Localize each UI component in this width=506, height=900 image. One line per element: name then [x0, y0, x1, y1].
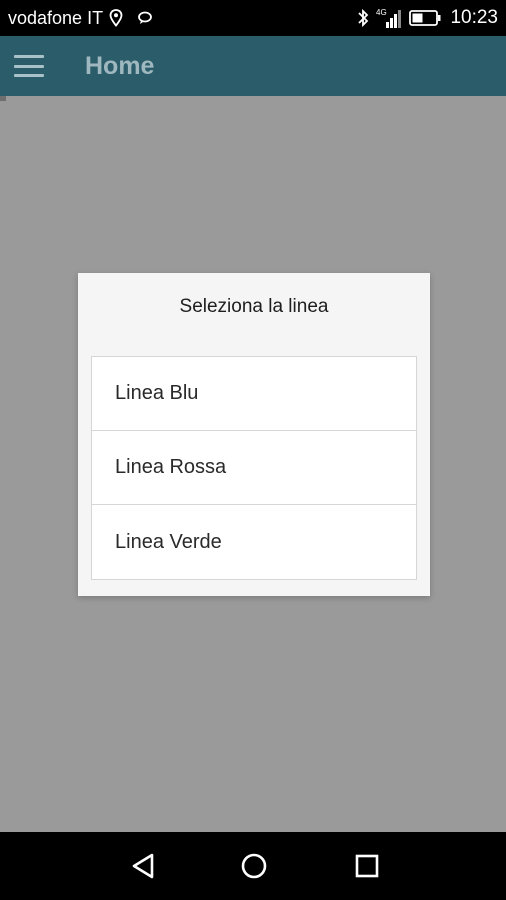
status-bar: vodafone IT 4G 10:23	[0, 0, 506, 36]
carrier-name: vodafone IT	[8, 7, 104, 28]
navigation-bar	[0, 832, 506, 900]
status-right: 4G 10:23	[357, 7, 498, 29]
signal-icon: 4G	[376, 7, 402, 29]
bluetooth-icon	[357, 8, 369, 28]
option-linea-verde[interactable]: Linea Verde	[92, 505, 416, 579]
page-title: Home	[85, 51, 155, 80]
home-icon[interactable]	[240, 852, 268, 885]
option-linea-rossa[interactable]: Linea Rossa	[92, 431, 416, 505]
recents-icon[interactable]	[354, 852, 380, 885]
svg-text:4G: 4G	[376, 8, 387, 17]
hamburger-menu-icon[interactable]	[14, 55, 44, 77]
message-icon	[137, 11, 153, 25]
back-icon[interactable]	[130, 852, 156, 885]
location-icon	[109, 9, 123, 27]
app-bar: Home	[0, 36, 506, 96]
status-left: vodafone IT	[8, 8, 153, 29]
dialog-title: Seleziona la linea	[179, 296, 329, 317]
battery-icon	[409, 10, 441, 26]
option-list: Linea Blu Linea Rossa Linea Verde	[91, 356, 417, 580]
content-edge	[0, 96, 6, 101]
status-clock: 10:23	[450, 7, 498, 28]
option-linea-blu[interactable]: Linea Blu	[92, 357, 416, 431]
line-select-dialog: Seleziona la linea Linea Blu Linea Rossa…	[78, 273, 430, 596]
